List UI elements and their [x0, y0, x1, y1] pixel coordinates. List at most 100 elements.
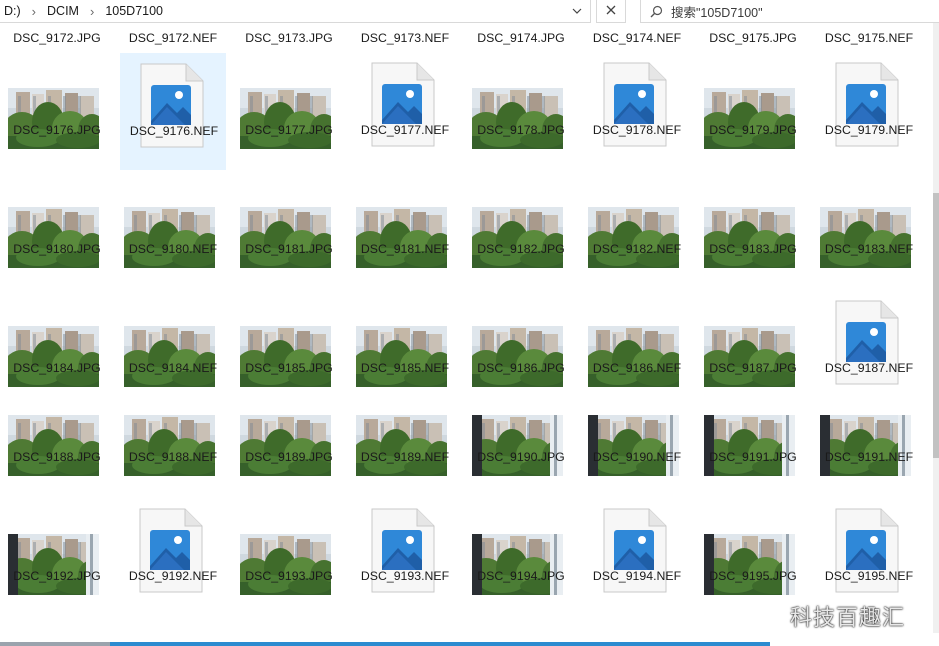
close-icon [606, 2, 616, 20]
file-item[interactable]: DSC_9195.JPG [700, 499, 806, 616]
file-name-label: DSC_9195.JPG [709, 569, 797, 583]
file-item[interactable]: DSC_9172.NEF [120, 23, 226, 53]
file-name-label: DSC_9187.NEF [824, 361, 914, 375]
search-input[interactable]: 搜索"105D7100" [640, 0, 939, 23]
file-item[interactable]: DSC_9194.NEF [584, 499, 690, 616]
photo-thumbnail [8, 88, 99, 149]
file-item[interactable]: DSC_9195.NEF [816, 499, 922, 616]
breadcrumb-drive[interactable]: D:) [0, 4, 25, 18]
file-item[interactable]: DSC_9179.JPG [700, 53, 806, 170]
breadcrumb-dcim[interactable]: DCIM [43, 4, 83, 18]
photo-thumbnail [240, 88, 331, 149]
taskbar-segment [0, 642, 110, 646]
file-name-label: DSC_9183.NEF [824, 242, 914, 256]
file-name-label: DSC_9173.NEF [360, 31, 450, 45]
file-item[interactable]: DSC_9193.NEF [352, 499, 458, 616]
file-item[interactable]: DSC_9178.NEF [584, 53, 690, 170]
photo-thumbnail [704, 415, 795, 476]
photo-thumbnail [472, 415, 563, 476]
file-item[interactable]: DSC_9181.NEF [352, 172, 458, 289]
file-name-label: DSC_9180.JPG [13, 242, 101, 256]
photo-thumbnail [8, 534, 99, 595]
file-name-label: DSC_9195.NEF [824, 569, 914, 583]
photo-thumbnail [588, 207, 679, 268]
scrollbar-thumb[interactable] [933, 193, 939, 458]
photo-thumbnail [472, 326, 563, 387]
file-name-label: DSC_9192.NEF [128, 569, 218, 583]
file-item[interactable]: DSC_9182.JPG [468, 172, 574, 289]
photo-thumbnail [820, 415, 911, 476]
photo-thumbnail [8, 207, 99, 268]
file-item[interactable]: DSC_9194.JPG [468, 499, 574, 616]
close-address-button[interactable] [596, 0, 626, 23]
file-item[interactable]: DSC_9174.JPG [468, 23, 574, 53]
photo-thumbnail [240, 207, 331, 268]
file-name-label: DSC_9176.JPG [13, 123, 101, 137]
photo-thumbnail [704, 326, 795, 387]
file-item[interactable]: DSC_9188.NEF [120, 380, 226, 497]
photo-thumbnail [356, 326, 447, 387]
file-name-label: DSC_9191.NEF [824, 450, 914, 464]
file-item[interactable]: DSC_9190.JPG [468, 380, 574, 497]
file-name-label: DSC_9192.JPG [13, 569, 101, 583]
file-name-label: DSC_9190.NEF [592, 450, 682, 464]
file-item[interactable]: DSC_9189.JPG [236, 380, 342, 497]
photo-thumbnail [8, 326, 99, 387]
file-name-label: DSC_9181.NEF [360, 242, 450, 256]
file-item[interactable]: DSC_9181.JPG [236, 172, 342, 289]
file-item[interactable]: DSC_9191.NEF [816, 380, 922, 497]
file-name-label: DSC_9178.NEF [592, 123, 682, 137]
file-item[interactable]: DSC_9192.JPG [4, 499, 110, 616]
photo-thumbnail [240, 415, 331, 476]
file-name-label: DSC_9186.JPG [477, 361, 565, 375]
file-item[interactable]: DSC_9175.NEF [816, 23, 922, 53]
file-name-label: DSC_9184.JPG [13, 361, 101, 375]
file-item[interactable]: DSC_9179.NEF [816, 53, 922, 170]
photo-thumbnail [588, 415, 679, 476]
file-item[interactable]: DSC_9182.NEF [584, 172, 690, 289]
file-item[interactable]: DSC_9177.JPG [236, 53, 342, 170]
chevron-down-icon[interactable] [570, 4, 584, 18]
file-explorer-window: D:) › DCIM › 105D7100 搜索"105D7100" DSC_9… [0, 0, 939, 646]
file-item[interactable]: DSC_9176.JPG [4, 53, 110, 170]
photo-thumbnail [8, 415, 99, 476]
file-item[interactable]: DSC_9192.NEF [120, 499, 226, 616]
vertical-scrollbar[interactable] [933, 23, 939, 633]
file-item[interactable]: DSC_9180.JPG [4, 172, 110, 289]
file-item[interactable]: DSC_9177.NEF [352, 53, 458, 170]
file-name-label: DSC_9194.NEF [592, 569, 682, 583]
file-item[interactable]: DSC_9183.NEF [816, 172, 922, 289]
file-item[interactable]: DSC_9173.NEF [352, 23, 458, 53]
file-item[interactable]: DSC_9175.JPG [700, 23, 806, 53]
file-item[interactable]: DSC_9172.JPG [4, 23, 110, 53]
file-name-label: DSC_9174.NEF [592, 31, 682, 45]
file-name-label: DSC_9181.JPG [245, 242, 333, 256]
file-item[interactable]: DSC_9180.NEF [120, 172, 226, 289]
file-name-label: DSC_9172.JPG [13, 31, 101, 45]
photo-thumbnail [472, 207, 563, 268]
file-name-label: DSC_9175.JPG [709, 31, 797, 45]
photo-thumbnail [704, 534, 795, 595]
address-bar[interactable]: D:) › DCIM › 105D7100 [0, 0, 591, 23]
file-name-label: DSC_9193.JPG [245, 569, 333, 583]
file-item[interactable]: DSC_9176.NEF [120, 53, 226, 170]
file-name-label: DSC_9182.NEF [592, 242, 682, 256]
file-name-label: DSC_9177.JPG [245, 123, 333, 137]
file-name-label: DSC_9187.JPG [709, 361, 797, 375]
photo-thumbnail [356, 415, 447, 476]
file-name-label: DSC_9176.NEF [129, 124, 219, 138]
file-item[interactable]: DSC_9173.JPG [236, 23, 342, 53]
file-name-label: DSC_9185.JPG [245, 361, 333, 375]
file-item[interactable]: DSC_9174.NEF [584, 23, 690, 53]
photo-thumbnail [124, 415, 215, 476]
breadcrumb-separator-icon: › [89, 3, 95, 19]
file-item[interactable]: DSC_9188.JPG [4, 380, 110, 497]
file-item[interactable]: DSC_9191.JPG [700, 380, 806, 497]
file-item[interactable]: DSC_9178.JPG [468, 53, 574, 170]
file-item[interactable]: DSC_9190.NEF [584, 380, 690, 497]
file-item[interactable]: DSC_9183.JPG [700, 172, 806, 289]
file-name-label: DSC_9183.JPG [709, 242, 797, 256]
breadcrumb-current-folder[interactable]: 105D7100 [101, 4, 167, 18]
file-item[interactable]: DSC_9189.NEF [352, 380, 458, 497]
file-item[interactable]: DSC_9193.JPG [236, 499, 342, 616]
